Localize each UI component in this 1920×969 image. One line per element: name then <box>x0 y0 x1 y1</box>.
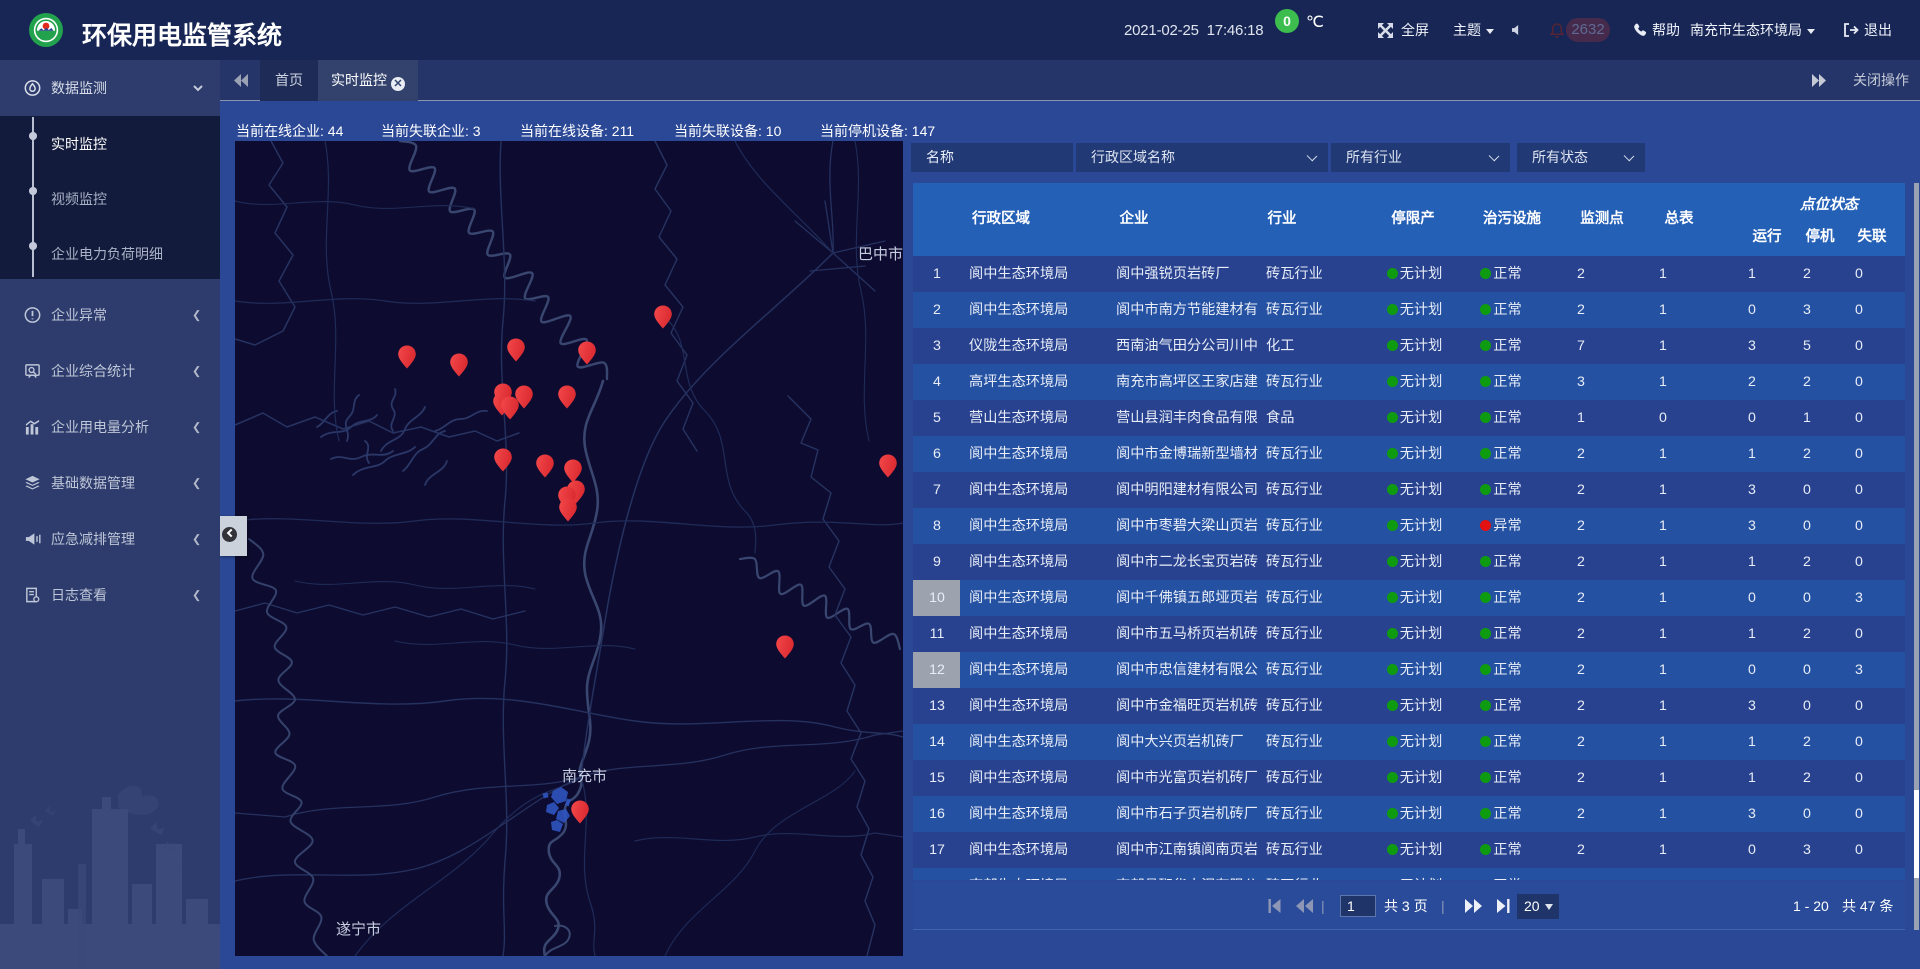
svg-text:遂宁市: 遂宁市 <box>336 921 381 938</box>
svg-text:巴中市: 巴中市 <box>858 246 903 263</box>
svg-text:南充市: 南充市 <box>562 768 607 785</box>
